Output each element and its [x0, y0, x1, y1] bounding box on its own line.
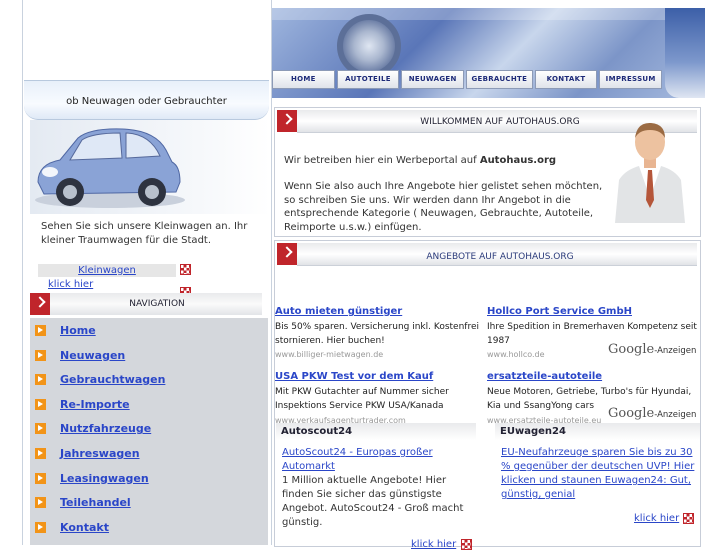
red-arrow-icon — [30, 293, 50, 315]
arrow-icon — [35, 374, 46, 386]
person-image — [611, 118, 689, 223]
nav-item-label[interactable]: Leasingwagen — [60, 472, 149, 485]
navigation-title: NAVIGATION — [129, 299, 185, 309]
nav-item-neuwagen[interactable]: Neuwagen — [30, 343, 268, 368]
header-highlight — [272, 8, 705, 20]
nav-item-label[interactable]: Home — [60, 324, 96, 337]
nav-item-nutzfahrzeuge[interactable]: Nutzfahrzeuge — [30, 416, 268, 441]
menu-autoteile[interactable]: AUTOTEILE — [336, 70, 400, 89]
google-ads-label[interactable]: Google-Anzeigen — [608, 406, 696, 421]
wheel-icon — [337, 14, 401, 78]
arrow-icon — [35, 472, 46, 484]
ad-title[interactable]: ersatzteile-autoteile — [487, 371, 602, 382]
arrow-icon — [35, 497, 46, 509]
ad-title[interactable]: USA PKW Test vor dem Kauf — [275, 371, 433, 382]
autoscout-header: Autoscout24 — [276, 423, 476, 440]
nav-item-label[interactable]: Jahreswagen — [60, 447, 140, 460]
checkered-flag-icon[interactable] — [683, 513, 694, 524]
navigation-list: Home Neuwagen Gebrauchtwagen Re-Importe … — [30, 318, 268, 545]
red-arrow-icon — [277, 110, 297, 132]
arrow-icon — [35, 325, 46, 336]
nav-item-kontakt[interactable]: Kontakt — [30, 515, 268, 540]
nav-item-gebrauchtwagen[interactable]: Gebrauchtwagen — [30, 367, 268, 392]
nav-item-home[interactable]: Home — [30, 318, 268, 343]
nav-item-label[interactable]: Nutzfahrzeuge — [60, 422, 151, 435]
google-logo: Google — [608, 406, 655, 421]
google-ads-label[interactable]: Google-Anzeigen — [608, 342, 696, 357]
klick-hier-link[interactable]: klick hier — [48, 279, 93, 290]
arrow-icon — [35, 521, 46, 533]
car-image — [30, 120, 270, 214]
euwagen-link[interactable]: EU-Neufahrzeuge sparen Sie bis zu 30 % g… — [501, 446, 697, 502]
checkered-flag-icon[interactable] — [180, 264, 191, 275]
nav-item-label[interactable]: Teilehandel — [60, 496, 131, 509]
menu-home[interactable]: HOME — [272, 70, 335, 89]
euwagen-klick-hier[interactable]: klick hier — [634, 513, 679, 524]
car-description: Sehen Sie sich unsere Kleinwagen an. Ihr… — [41, 221, 248, 246]
nav-item-label[interactable]: Kontakt — [60, 521, 109, 534]
ad-title[interactable]: Auto mieten günstiger — [275, 306, 402, 317]
red-arrow-icon — [277, 243, 297, 265]
menu-gebrauchte[interactable]: GEBRAUCHTE — [466, 70, 533, 89]
tagline: ob Neuwagen oder Gebrauchter — [66, 96, 227, 107]
welcome-text: Wenn Sie also auch Ihre Angebote hier ge… — [284, 181, 603, 233]
menu-impressum[interactable]: IMPRESSUM — [599, 70, 663, 89]
welcome-intro: Wir betreiben hier ein Werbeportal auf A… — [284, 155, 614, 166]
autoscout-text: 1 Million aktuelle Angebote! Hier finden… — [282, 475, 464, 528]
top-menu: HOME AUTOTEILE NEUWAGEN GEBRAUCHTE KONTA… — [272, 70, 664, 89]
ad-text: Mit PKW Gutachter auf Nummer sicher Insp… — [275, 387, 449, 411]
welcome-intro-text: Wir betreiben hier ein Werbeportal auf — [284, 155, 480, 166]
car-icon — [35, 128, 185, 208]
kleinwagen-link[interactable]: Kleinwagen — [38, 265, 176, 276]
arrow-icon — [35, 447, 46, 459]
welcome-site-name: Autohaus.org — [479, 155, 557, 166]
ad-title[interactable]: Hollco Port Service GmbH — [487, 306, 632, 317]
euwagen-header: EUwagen24 — [495, 423, 700, 440]
nav-item-label[interactable]: Gebrauchtwagen — [60, 373, 165, 386]
nav-item-re-importe[interactable]: Re-Importe — [30, 392, 268, 417]
nav-item-leasingwagen[interactable]: Leasingwagen — [30, 466, 268, 491]
arrow-icon — [35, 398, 46, 410]
businessman-icon — [615, 122, 685, 223]
arrow-icon — [35, 423, 46, 435]
google-ads-suffix: -Anzeigen — [654, 346, 697, 356]
ad-text: Bis 50% sparen. Versicherung inkl. Koste… — [275, 322, 479, 346]
google-logo: Google — [608, 342, 655, 357]
header-decoration — [665, 8, 705, 98]
nav-item-jahreswagen[interactable]: Jahreswagen — [30, 441, 268, 466]
arrow-icon — [35, 349, 46, 361]
menu-neuwagen[interactable]: NEUWAGEN — [401, 70, 465, 89]
ad-url[interactable]: www.billiger-mietwagen.de — [275, 350, 383, 359]
ad-url[interactable]: www.hollco.de — [487, 350, 545, 359]
google-ads-suffix: -Anzeigen — [654, 410, 697, 420]
nav-item-label[interactable]: Re-Importe — [60, 398, 130, 411]
autoscout-link[interactable]: AutoScout24 - Europas großer Automarkt — [282, 446, 472, 474]
menu-kontakt[interactable]: KONTAKT — [534, 70, 598, 89]
nav-item-teilehandel[interactable]: Teilehandel — [30, 490, 268, 515]
angebote-title: ANGEBOTE AUF AUTOHAUS.ORG — [426, 252, 574, 262]
nav-item-label[interactable]: Neuwagen — [60, 349, 125, 362]
